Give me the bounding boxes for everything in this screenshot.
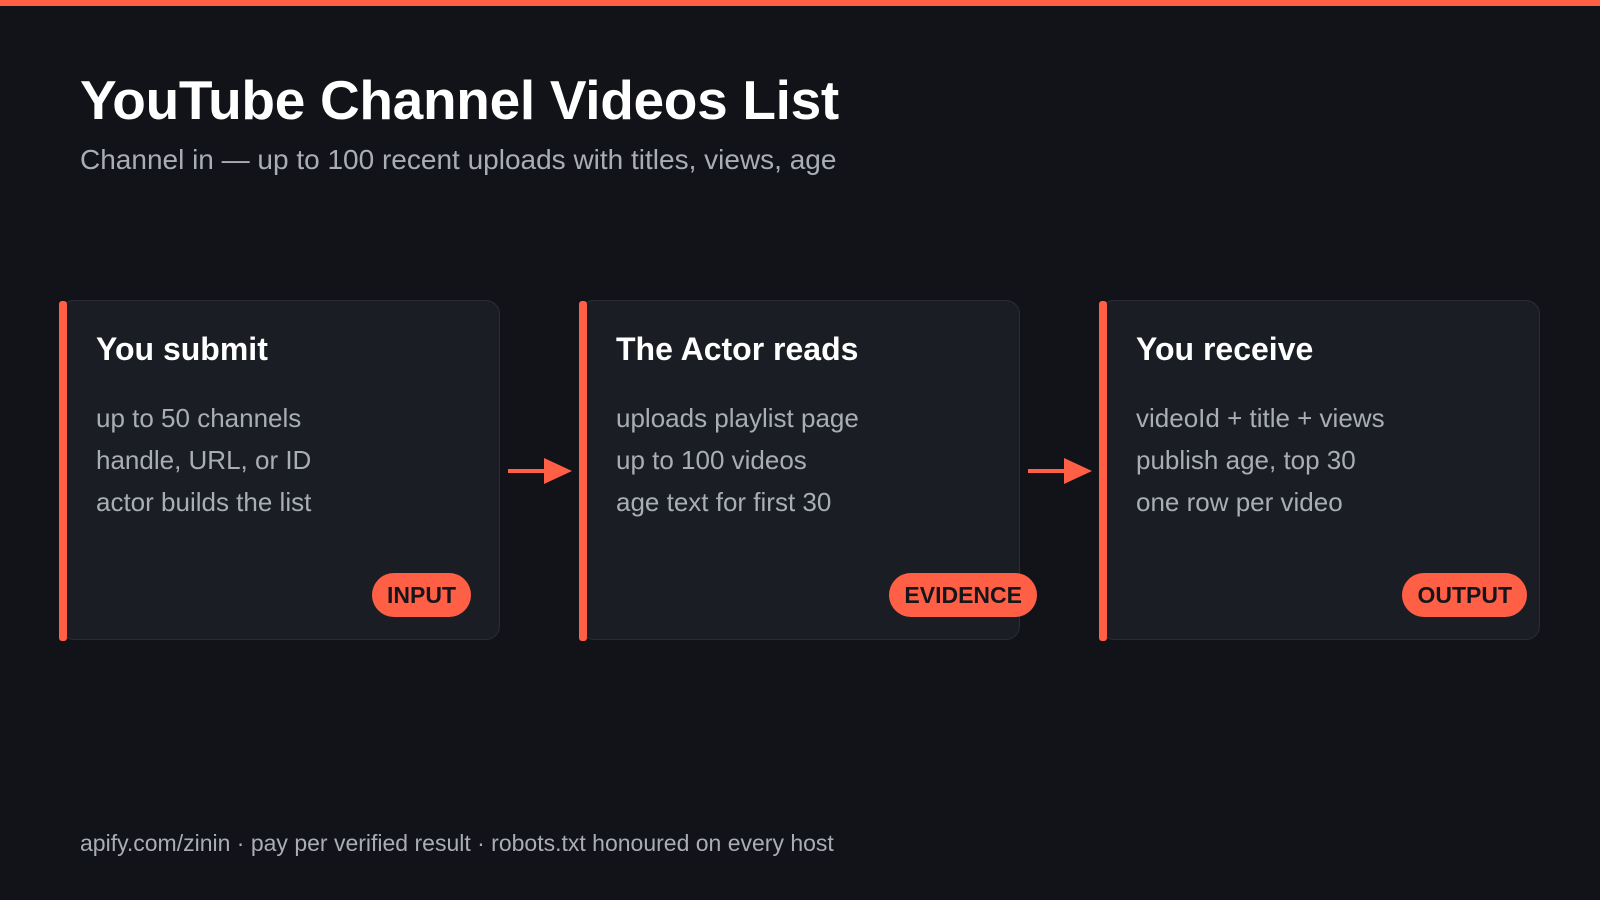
card-line: publish age, top 30	[1136, 445, 1356, 475]
card-line: videoId + title + views	[1136, 403, 1385, 433]
card-line: actor builds the list	[96, 487, 312, 517]
card-line: age text for first 30	[616, 487, 832, 517]
badge-output: OUTPUT	[1402, 573, 1527, 617]
card-title: The Actor reads	[616, 331, 859, 367]
card-line: up to 50 channels	[96, 403, 302, 433]
slide: YouTube Channel Videos List Channel in —…	[0, 0, 1600, 900]
card-line: handle, URL, or ID	[96, 445, 312, 475]
card-lines: uploads playlist page up to 100 videos a…	[616, 397, 859, 523]
card-line: one row per video	[1136, 487, 1343, 517]
arrow-right-icon	[1028, 458, 1092, 484]
card-line: uploads playlist page	[616, 403, 859, 433]
card-line: up to 100 videos	[616, 445, 807, 475]
card-evidence: The Actor reads uploads playlist page up…	[579, 300, 1037, 641]
page-subtitle: Channel in — up to 100 recent uploads wi…	[80, 144, 837, 175]
card-lines: videoId + title + views publish age, top…	[1136, 397, 1385, 523]
top-accent-bar	[0, 0, 1600, 6]
page-title: YouTube Channel Videos List	[80, 69, 839, 131]
card-title: You submit	[96, 331, 268, 367]
card-output: You receive videoId + title + views publ…	[1099, 300, 1540, 641]
card-accent-bar	[59, 301, 67, 641]
card-accent-bar	[579, 301, 587, 641]
card-title: You receive	[1136, 331, 1314, 367]
arrow-right-icon	[508, 458, 572, 484]
card-input: You submit up to 50 channels handle, URL…	[59, 300, 500, 641]
card-accent-bar	[1099, 301, 1107, 641]
card-lines: up to 50 channels handle, URL, or ID act…	[96, 397, 311, 523]
footer-text: apify.com/zinin · pay per verified resul…	[80, 830, 834, 856]
badge-evidence: EVIDENCE	[889, 573, 1037, 617]
badge-input: INPUT	[372, 573, 471, 617]
